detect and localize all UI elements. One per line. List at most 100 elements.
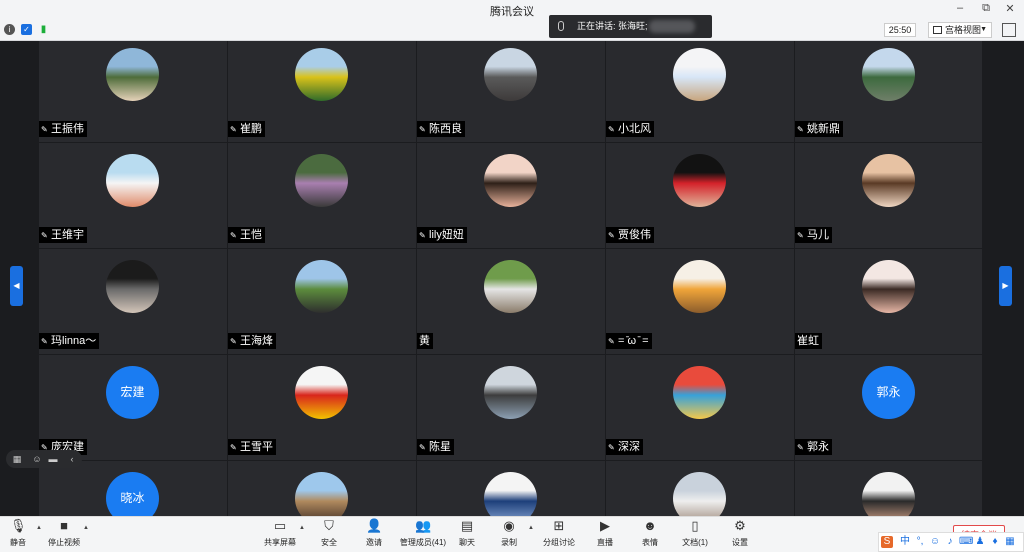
participant-name: 黄 (419, 335, 430, 347)
chevron-down-icon: ▼ (980, 26, 987, 33)
participant-tile[interactable]: ✎ = ̄ω ̄ = (606, 249, 794, 354)
share-screen-button[interactable]: ▭ 共享屏幕 (258, 519, 302, 548)
restore-button[interactable]: ⧉ (978, 2, 994, 15)
skin-icon[interactable]: ♦ (989, 536, 1001, 548)
view-mode-dropdown[interactable]: 宫格视图 ▼ (928, 22, 992, 38)
breakout-button[interactable]: ⊞ 分组讨论 (537, 519, 581, 548)
participant-tile[interactable]: 崔虹 (795, 249, 982, 354)
record-options-caret[interactable]: ▲ (528, 525, 534, 531)
chat-button[interactable]: ▤ 聊天 (445, 519, 489, 548)
participant-tile[interactable]: ✎ 姚新鼎 (795, 41, 982, 142)
participant-avatar (673, 48, 726, 101)
emoji-icon: ☻ (643, 518, 657, 533)
participant-name: 崔鹏 (240, 123, 262, 135)
participant-avatar (106, 260, 159, 313)
participant-name-tag: ✎ 玛linna～ (39, 333, 100, 349)
emoji-icon[interactable]: ☺ (929, 536, 941, 548)
participant-tile[interactable]: ✎ 贾俊伟 (606, 143, 794, 248)
participant-avatar (484, 366, 537, 419)
breakout-label: 分组讨论 (543, 538, 575, 547)
participant-tile[interactable]: ✎ lily妞妞 (417, 143, 605, 248)
mic-off-icon: ✎ (419, 231, 426, 240)
info-icon[interactable]: i (4, 24, 15, 35)
mic-off-icon: ✎ (230, 125, 237, 134)
share-screen-label: 共享屏幕 (264, 538, 296, 547)
participant-avatar (673, 366, 726, 419)
mic-off-icon: ✎ (419, 125, 426, 134)
tools-icon[interactable]: ▦ (1004, 536, 1016, 548)
participant-tile[interactable]: ✎ 王维宇 (39, 143, 227, 248)
participant-avatar (295, 472, 348, 516)
share-options-caret[interactable]: ▲ (299, 525, 305, 531)
collapse-icon[interactable]: ‹ (66, 453, 78, 465)
participant-tile[interactable]: 郭永 ✎ 郭永 (795, 355, 982, 460)
speaking-indicator: 正在讲话: 张海旺; (549, 15, 712, 38)
participant-name-tag: ✎ 王恺 (228, 227, 265, 243)
meeting-toolbar: i ✓ ▮ 25:50 宫格视图 ▼ (0, 20, 1024, 41)
participant-avatar (673, 260, 726, 313)
mic-off-icon: ✎ (230, 231, 237, 240)
participant-name-tag: 黄 (417, 333, 433, 349)
participant-tile[interactable]: ✎ 玛linna～ (39, 249, 227, 354)
participant-tile[interactable]: ✎ 陈西良 (417, 41, 605, 142)
participant-name-tag: ✎ 小北风 (606, 121, 654, 137)
prev-page-button[interactable]: ◀ (10, 266, 23, 306)
keyboard-icon[interactable]: ⌨ (959, 536, 973, 548)
record-button[interactable]: ◉ 录制 (487, 519, 531, 548)
mute-label: 静音 (10, 538, 26, 547)
layout-icon[interactable]: ▦ (11, 453, 23, 465)
minimize-button[interactable]: – (952, 2, 968, 14)
live-button[interactable]: ▶ 直播 (583, 519, 627, 548)
grid-view-icon (933, 26, 942, 34)
participant-tile[interactable] (606, 461, 794, 516)
signal-icon[interactable]: ▮ (38, 24, 49, 35)
mic-off-icon: ✎ (41, 125, 48, 134)
participant-tile[interactable]: ✎ 王恺 (228, 143, 416, 248)
participant-tile[interactable]: ✎ 崔鹏 (228, 41, 416, 142)
manage-members-button[interactable]: 👥 管理成员(41) (397, 519, 449, 548)
docs-button[interactable]: ▯ 文档(1) (673, 519, 717, 548)
reactions-button[interactable]: ☻ 表情 (628, 519, 672, 548)
participant-tile[interactable]: ✎ 深深 (606, 355, 794, 460)
close-button[interactable]: ✕ (1002, 2, 1018, 15)
invite-button[interactable]: 👤 邀请 (352, 519, 396, 548)
participant-tile[interactable] (228, 461, 416, 516)
chat-bubble-icon[interactable]: ▬ (47, 453, 59, 465)
participant-tile[interactable]: ✎ 王海烽 (228, 249, 416, 354)
voice-icon[interactable]: ♪ (944, 536, 956, 548)
participant-tile[interactable]: ✎ 小北风 (606, 41, 794, 142)
docs-label: 文档(1) (682, 538, 708, 547)
participant-tile[interactable]: 晓冰 (39, 461, 227, 516)
participant-name-tag: ✎ 马儿 (795, 227, 832, 243)
participant-avatar (295, 260, 348, 313)
participant-tile[interactable]: ✎ 王雪平 (228, 355, 416, 460)
sogou-logo-icon[interactable]: S (881, 536, 893, 548)
fullscreen-button[interactable] (1002, 23, 1016, 37)
breakout-icon: ⊞ (553, 518, 565, 533)
mute-button[interactable]: 🎙 静音 (0, 519, 40, 548)
participant-tile[interactable] (417, 461, 605, 516)
participant-tile[interactable]: 黄 (417, 249, 605, 354)
mic-icon (558, 21, 564, 31)
ime-mode[interactable]: 中 (899, 536, 911, 548)
participant-avatar (484, 154, 537, 207)
participant-tile[interactable] (795, 461, 982, 516)
mic-off-icon: ✎ (797, 125, 804, 134)
stop-video-button[interactable]: ■ 停止视频 (42, 519, 86, 548)
document-icon: ▯ (691, 518, 699, 533)
punctuation-icon[interactable]: °, (914, 536, 926, 548)
participant-grid: ✎ 王振伟 ✎ 崔鹏 ✎ 陈西良 ✎ 小北风 ✎ 姚新鼎 ✎ 王维宇 ✎ 王恺 ✎ lily妞妞 ✎ 贾俊伟 ✎ 马儿… (39, 41, 982, 516)
participant-tile[interactable]: ✎ 王振伟 (39, 41, 227, 142)
security-button[interactable]: ⛉ 安全 (307, 519, 351, 548)
next-page-button[interactable]: ▶ (999, 266, 1012, 306)
participant-name: 王振伟 (51, 123, 84, 135)
participant-name: lily妞妞 (429, 229, 464, 241)
emoji-icon[interactable]: ☺ (31, 453, 43, 465)
user-icon[interactable]: ♟ (974, 536, 986, 548)
participant-tile[interactable]: ✎ 马儿 (795, 143, 982, 248)
video-options-caret[interactable]: ▲ (83, 525, 89, 531)
settings-button[interactable]: ⚙ 设置 (718, 519, 762, 548)
shield-icon[interactable]: ✓ (21, 24, 32, 35)
participant-tile[interactable]: ✎ 陈星 (417, 355, 605, 460)
participant-tile[interactable]: 宏建 ✎ 庞宏建 (39, 355, 227, 460)
